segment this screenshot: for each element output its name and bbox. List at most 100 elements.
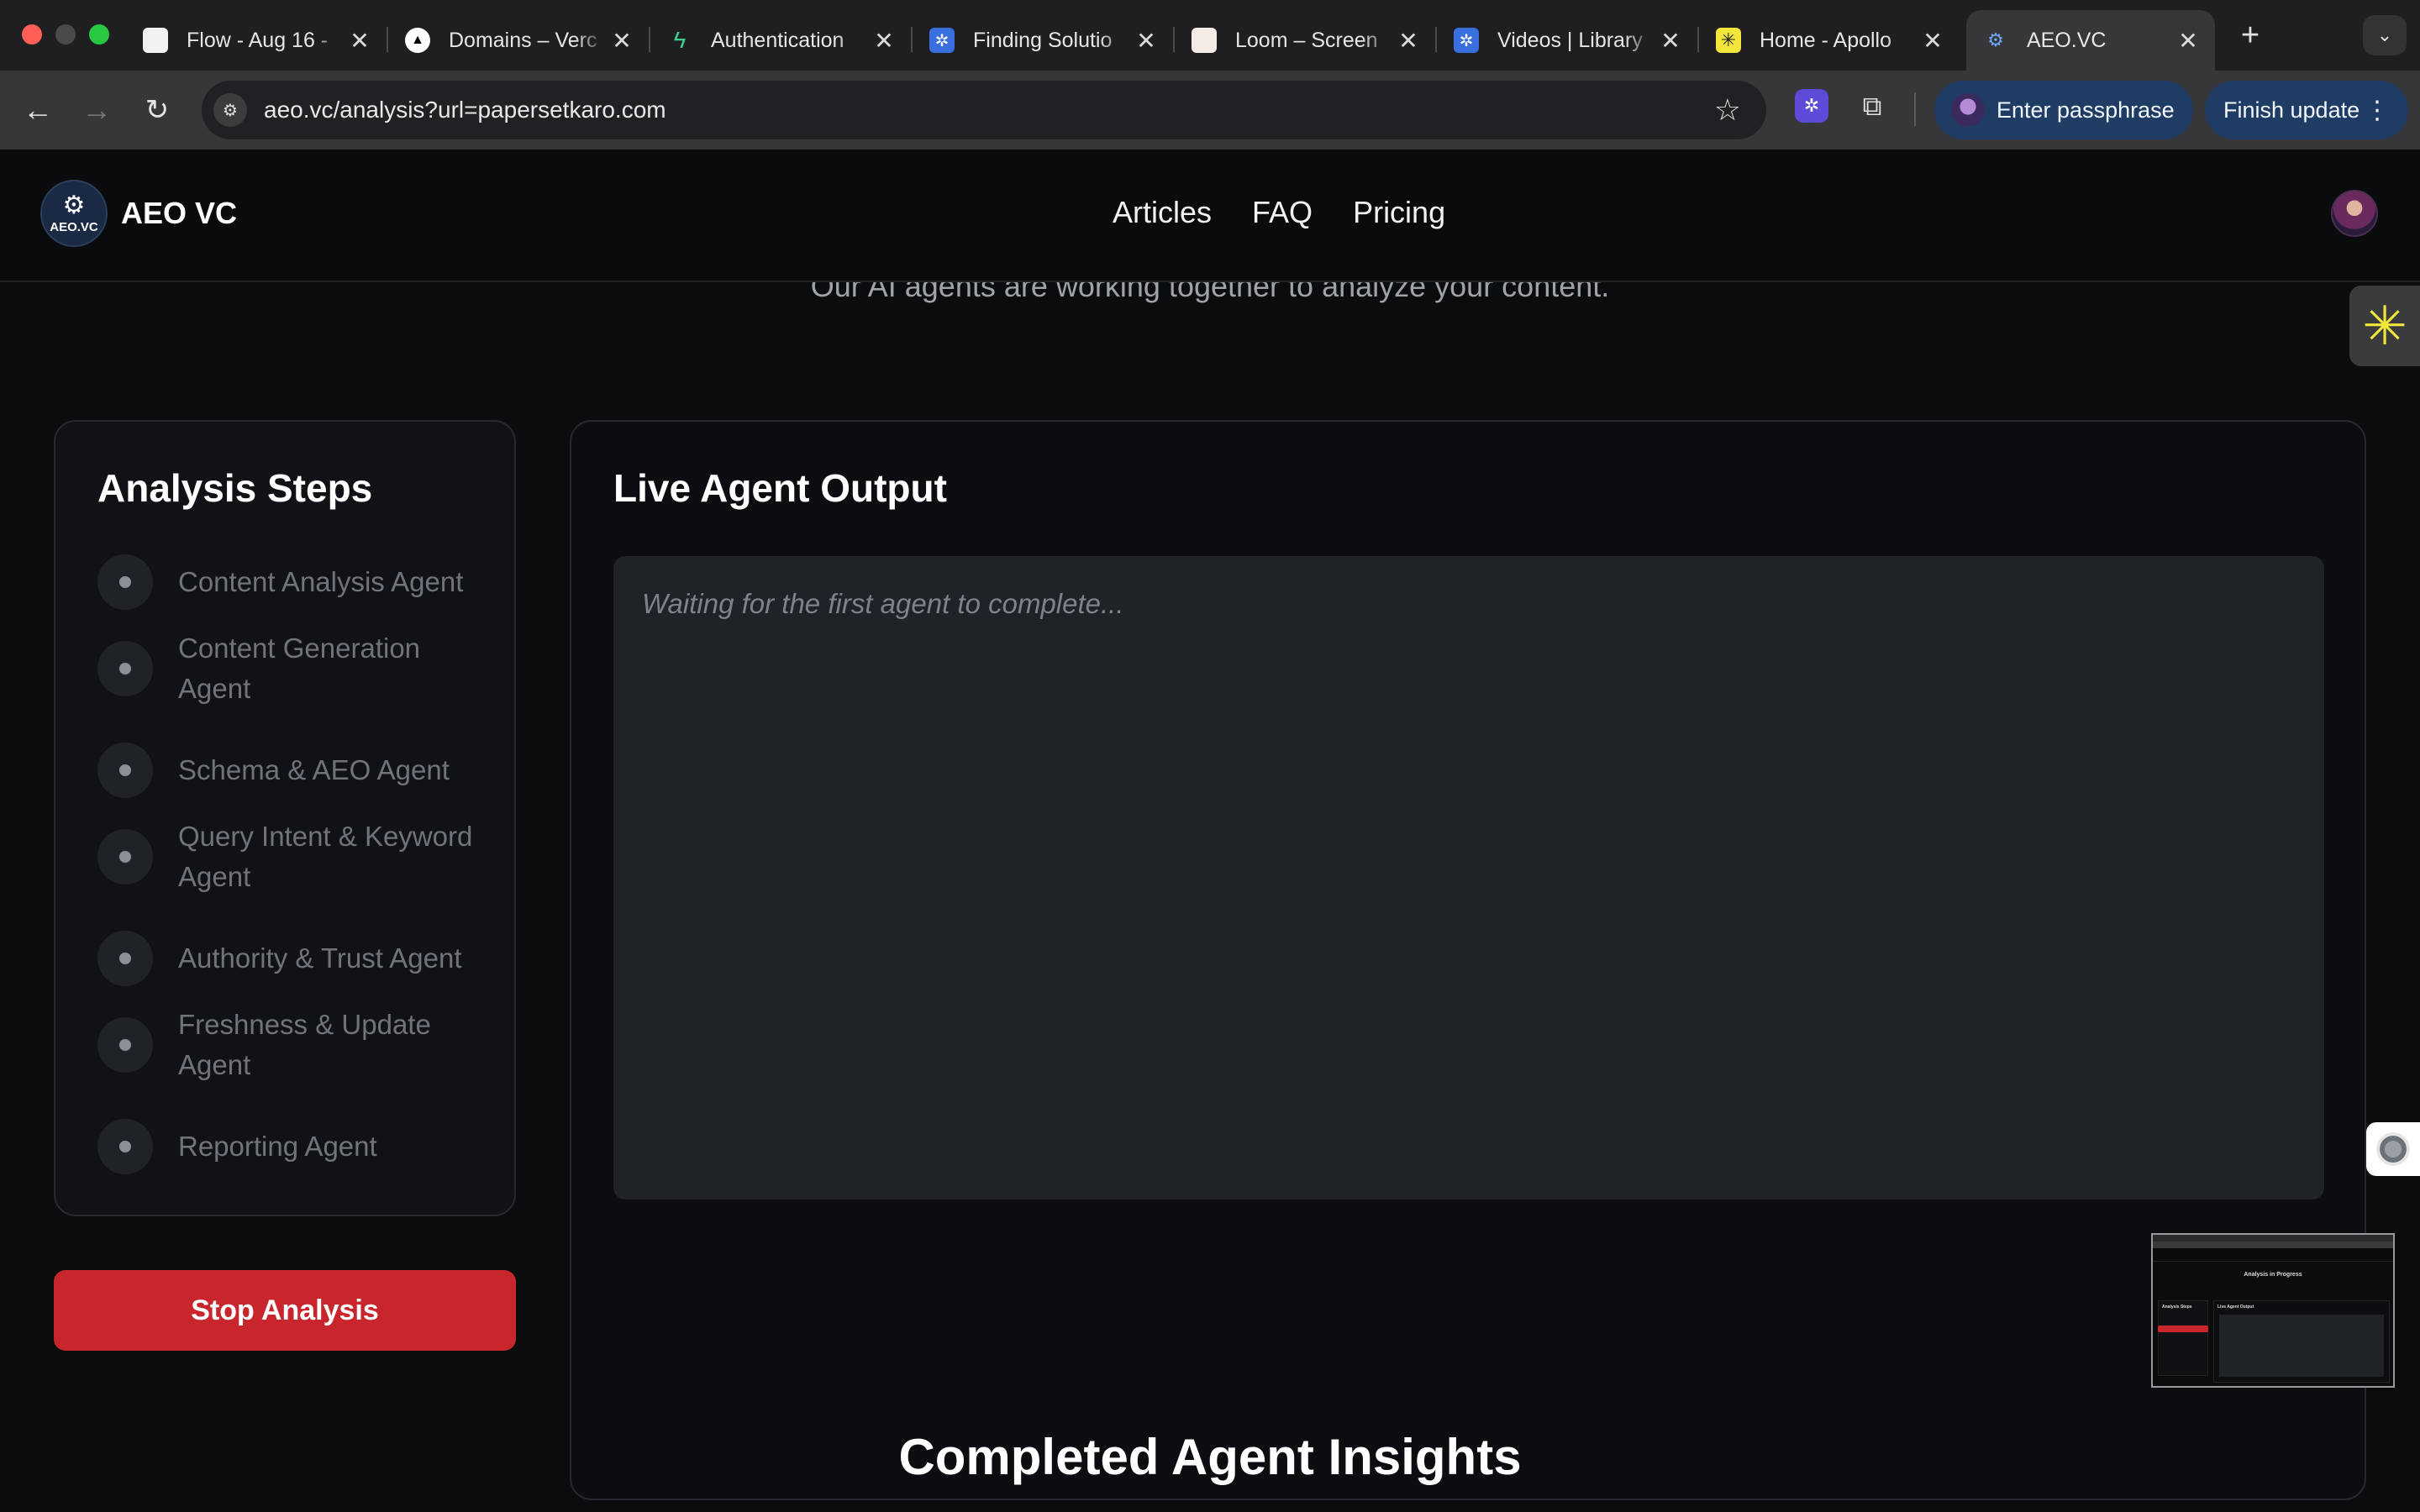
finish-update-button[interactable]: Finish update ⋮ <box>2205 81 2408 139</box>
thumbnail-output-title: Live Agent Output <box>2217 1305 2254 1310</box>
step-item: Content Analysis Agent <box>97 554 484 610</box>
close-tab-icon[interactable]: ✕ <box>607 27 637 55</box>
minimize-window-button[interactable] <box>55 24 76 45</box>
more-vertical-icon[interactable]: ⋮ <box>2365 96 2390 125</box>
browser-toolbar: ← → ↻ ⚙ aeo.vc/analysis?url=papersetkaro… <box>0 71 2420 150</box>
browser-tab[interactable]: ϟ Authentication ✕ <box>650 10 913 71</box>
step-label: Query Intent & Keyword Agent <box>178 821 473 892</box>
url-text[interactable]: aeo.vc/analysis?url=papersetkaro.com <box>264 97 666 123</box>
floating-assistant-icon[interactable] <box>2366 1122 2420 1176</box>
aeo-icon: ⚙ <box>1987 29 2004 50</box>
tab-label: Videos | Library <box>1497 28 1643 52</box>
step-item: Schema & AEO Agent <box>97 743 484 798</box>
close-window-button[interactable] <box>22 24 42 45</box>
gear-app-icon: ✲ <box>1454 28 1479 53</box>
vercel-triangle-icon: ▲ <box>405 28 430 53</box>
reload-icon[interactable]: ↻ <box>138 91 176 129</box>
tab-search-chevron-icon[interactable]: ⌄ <box>2363 15 2407 55</box>
brand-name[interactable]: AEO VC <box>121 196 237 231</box>
step-label: Content Analysis Agent <box>178 566 464 597</box>
thumbnail-title: Analysis in Progress <box>2244 1272 2302 1278</box>
step-status-dot-icon <box>97 931 153 986</box>
apollo-icon: ✳ <box>1716 28 1741 53</box>
browser-tab[interactable]: ✲ Videos | Library ✕ <box>1437 10 1699 71</box>
browser-tab-active[interactable]: ⚙ AEO.VC ✕ <box>1966 10 2215 71</box>
step-item: Reporting Agent <box>97 1119 484 1174</box>
tab-label: Flow - Aug 16 - <box>187 28 329 52</box>
page-content: Our AI agents are working together to an… <box>0 150 2420 1512</box>
tab-label: Domains – Verc <box>449 28 597 52</box>
profile-button-label: Enter passphrase <box>1996 97 2175 123</box>
tab-label: Authentication <box>711 28 844 52</box>
extension-gear-icon[interactable]: ✲ <box>1795 89 1828 123</box>
browser-tab-bar: Flow - Aug 16 - ✕ ▲ Domains – Verc ✕ ϟ A… <box>0 0 2420 71</box>
step-label: Content Generation Agent <box>178 633 421 704</box>
step-label: Schema & AEO Agent <box>178 754 450 785</box>
tab-label: AEO.VC <box>2027 28 2107 52</box>
user-avatar[interactable] <box>2331 190 2378 237</box>
supabase-bolt-icon: ϟ <box>673 27 687 53</box>
close-tab-icon[interactable]: ✕ <box>1655 27 1686 55</box>
tab-label: Home - Apollo <box>1760 28 1892 52</box>
address-bar[interactable]: ⚙ aeo.vc/analysis?url=papersetkaro.com ☆ <box>202 81 1766 139</box>
document-icon <box>143 28 168 53</box>
step-item: Content Generation Agent <box>97 628 484 709</box>
step-status-dot-icon <box>97 743 153 798</box>
back-arrow-icon[interactable]: ← <box>18 91 57 129</box>
step-status-dot-icon <box>97 554 153 610</box>
output-placeholder: Waiting for the first agent to complete.… <box>642 588 1124 619</box>
site-header: ⚙ AEO.VC AEO VC Articles FAQ Pricing <box>0 150 2420 282</box>
gear-app-icon: ✲ <box>929 28 955 53</box>
profile-passphrase-button[interactable]: Enter passphrase <box>1934 81 2193 139</box>
browser-tab[interactable]: Flow - Aug 16 - ✕ <box>126 10 388 71</box>
nav-link-pricing[interactable]: Pricing <box>1353 195 1445 230</box>
thumbnail-steps-title: Analysis Steps <box>2162 1305 2192 1310</box>
tab-label: Loom – Screen <box>1235 28 1378 52</box>
live-output-card: Live Agent Output Waiting for the first … <box>570 420 2366 1500</box>
step-item: Query Intent & Keyword Agent <box>97 816 484 897</box>
close-tab-icon[interactable]: ✕ <box>345 27 375 55</box>
browser-tab[interactable]: ✲ Finding Solutio ✕ <box>913 10 1175 71</box>
apollo-sidebar-widget-icon[interactable]: ✳ <box>2349 286 2420 366</box>
browser-tab[interactable]: ✳ Home - Apollo ✕ <box>1699 10 1961 71</box>
step-label: Authority & Trust Agent <box>178 942 462 974</box>
new-tab-icon[interactable]: + <box>2232 17 2269 54</box>
step-status-dot-icon <box>97 1017 153 1073</box>
step-item: Authority & Trust Agent <box>97 931 484 986</box>
zoom-window-button[interactable] <box>89 24 109 45</box>
step-status-dot-icon <box>97 641 153 696</box>
screen-recording-thumbnail[interactable]: Analysis in Progress Analysis Steps Live… <box>2151 1233 2395 1388</box>
browser-tab[interactable]: Loom – Screen ✕ <box>1175 10 1437 71</box>
step-item: Freshness & Update Agent <box>97 1005 484 1085</box>
step-label: Reporting Agent <box>178 1131 377 1162</box>
profile-avatar <box>1951 93 1985 127</box>
output-title: Live Agent Output <box>613 466 947 510</box>
update-button-label: Finish update <box>2223 97 2360 123</box>
site-logo[interactable]: ⚙ AEO.VC <box>40 180 108 247</box>
tab-label: Finding Solutio <box>973 28 1113 52</box>
analysis-steps-card: Analysis Steps Content Analysis Agent Co… <box>54 420 516 1216</box>
logo-gear-icon: ⚙ <box>62 191 86 219</box>
loom-icon <box>1192 28 1217 53</box>
step-status-dot-icon <box>97 1119 153 1174</box>
close-tab-icon[interactable]: ✕ <box>2173 27 2203 55</box>
close-tab-icon[interactable]: ✕ <box>869 27 899 55</box>
nav-link-faq[interactable]: FAQ <box>1252 195 1313 230</box>
completed-insights-title: Completed Agent Insights <box>898 1429 1522 1485</box>
site-nav: Articles FAQ Pricing <box>1113 195 1445 230</box>
steps-title: Analysis Steps <box>97 466 373 510</box>
output-box[interactable]: Waiting for the first agent to complete.… <box>613 556 2324 1200</box>
step-label: Freshness & Update Agent <box>178 1009 431 1080</box>
extensions-puzzle-icon[interactable]: ⧉ <box>1854 87 1891 124</box>
nav-link-articles[interactable]: Articles <box>1113 195 1212 230</box>
logo-text: AEO.VC <box>50 219 98 234</box>
stop-analysis-button[interactable]: Stop Analysis <box>54 1270 516 1351</box>
forward-arrow-icon[interactable]: → <box>77 91 116 129</box>
close-tab-icon[interactable]: ✕ <box>1131 27 1161 55</box>
step-status-dot-icon <box>97 829 153 885</box>
close-tab-icon[interactable]: ✕ <box>1393 27 1423 55</box>
browser-tab[interactable]: ▲ Domains – Verc ✕ <box>388 10 650 71</box>
site-info-icon[interactable]: ⚙ <box>213 93 247 127</box>
bookmark-star-icon[interactable]: ☆ <box>1714 92 1741 128</box>
close-tab-icon[interactable]: ✕ <box>1918 27 1948 55</box>
